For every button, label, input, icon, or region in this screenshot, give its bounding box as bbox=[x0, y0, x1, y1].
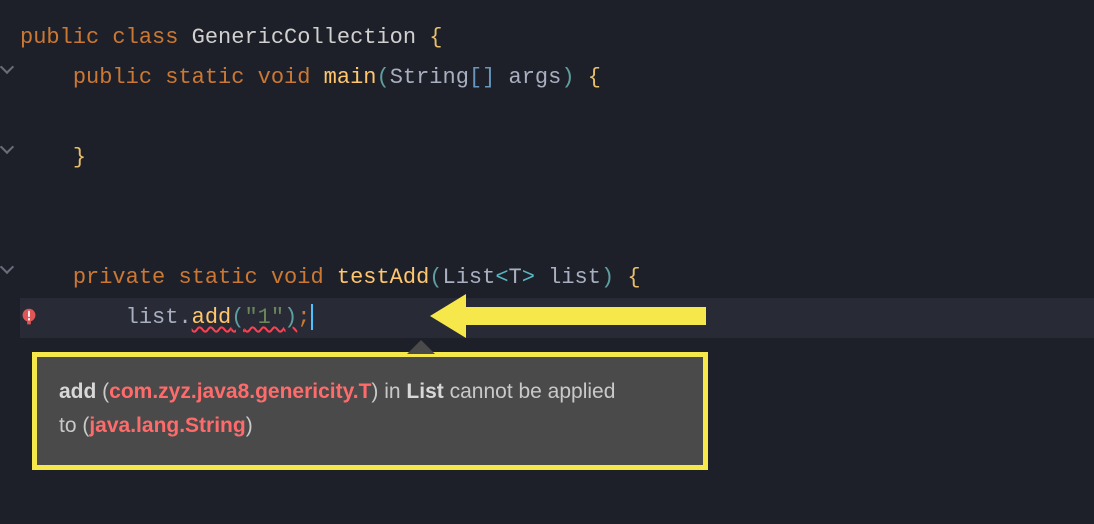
keyword: void bbox=[258, 65, 311, 90]
code-line[interactable]: private static void testAdd(List<T> list… bbox=[20, 258, 1094, 298]
tooltip-text: cannot be applied bbox=[444, 380, 616, 403]
text-cursor bbox=[311, 304, 313, 330]
brace: } bbox=[73, 145, 86, 170]
intention-bulb-icon[interactable] bbox=[18, 306, 40, 328]
parameter: args bbox=[509, 65, 562, 90]
tooltip-line: to (java.lang.String) bbox=[59, 409, 681, 443]
tooltip-text: to ( bbox=[59, 414, 89, 437]
semicolon: ; bbox=[297, 305, 310, 330]
code-line[interactable]: public static void main(String[] args) { bbox=[20, 58, 1094, 98]
tooltip-type-error: java.lang.String bbox=[89, 414, 245, 437]
generic-type: T bbox=[509, 265, 522, 290]
error-tooltip: add (com.zyz.java8.genericity.T) in List… bbox=[32, 352, 708, 470]
keyword: private bbox=[73, 265, 165, 290]
brace: { bbox=[588, 65, 601, 90]
code-line[interactable] bbox=[20, 218, 1094, 258]
string-literal: "1" bbox=[244, 305, 284, 330]
code-line[interactable] bbox=[20, 98, 1094, 138]
method-name: testAdd bbox=[337, 265, 429, 290]
method-name: main bbox=[324, 65, 377, 90]
tooltip-arrow bbox=[407, 340, 435, 354]
brace: { bbox=[627, 265, 640, 290]
tooltip-class: List bbox=[406, 380, 443, 403]
tooltip-text: ) bbox=[246, 414, 253, 437]
tooltip-text: ) in bbox=[371, 380, 406, 403]
tooltip-text: ( bbox=[96, 380, 109, 403]
code-editor[interactable]: public class GenericCollection { public … bbox=[0, 0, 1094, 338]
tooltip-method: add bbox=[59, 380, 96, 403]
brace: { bbox=[429, 25, 442, 50]
keyword: class bbox=[112, 25, 178, 50]
class-name: GenericCollection bbox=[192, 25, 416, 50]
method-call-error: add bbox=[192, 305, 232, 330]
annotation-arrow bbox=[430, 294, 706, 338]
parameter: list bbox=[548, 265, 601, 290]
code-line[interactable] bbox=[20, 178, 1094, 218]
tooltip-line: add (com.zyz.java8.genericity.T) in List… bbox=[59, 375, 681, 409]
keyword: public bbox=[73, 65, 152, 90]
brackets: [] bbox=[469, 65, 495, 90]
keyword: static bbox=[165, 65, 244, 90]
type: List bbox=[443, 265, 496, 290]
variable: list bbox=[126, 305, 179, 330]
tooltip-type-error: com.zyz.java8.genericity.T bbox=[109, 380, 371, 403]
type: String bbox=[390, 65, 469, 90]
keyword: void bbox=[271, 265, 324, 290]
keyword: public bbox=[20, 25, 99, 50]
code-line[interactable]: } bbox=[20, 138, 1094, 178]
keyword: static bbox=[178, 265, 257, 290]
code-line[interactable]: public class GenericCollection { bbox=[20, 18, 1094, 58]
